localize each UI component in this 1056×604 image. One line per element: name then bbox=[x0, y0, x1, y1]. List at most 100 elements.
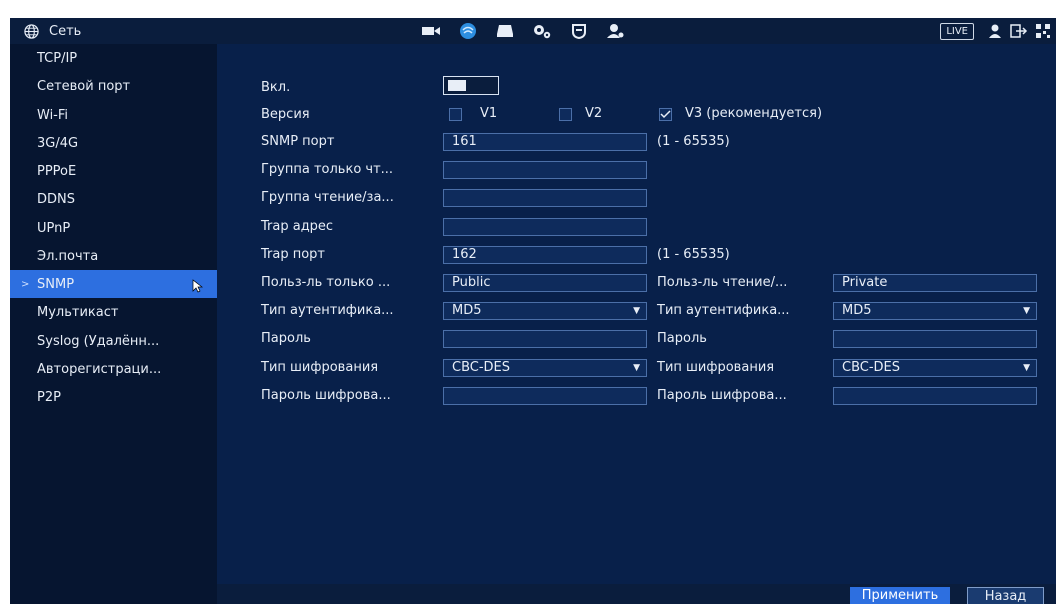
sidebar-item-wifi[interactable]: Wi-Fi bbox=[10, 101, 217, 129]
selected-arrow-icon: > bbox=[21, 278, 30, 290]
enc-type-label-2: Тип шифрования bbox=[657, 360, 775, 375]
v1-label: V1 bbox=[480, 106, 498, 121]
password-label-2: Пароль bbox=[657, 331, 707, 346]
sidebar-item-multicast[interactable]: Мультикаст bbox=[10, 298, 217, 326]
sidebar-item-snmp[interactable]: > SNMP bbox=[10, 270, 217, 298]
sidebar: TCP/IP Сетевой порт Wi-Fi 3G/4G PPPoE DD… bbox=[10, 44, 217, 604]
sidebar-item-label: Авторегистраци... bbox=[37, 361, 162, 377]
sidebar-item-label: TCP/IP bbox=[37, 50, 78, 66]
camera-icon[interactable] bbox=[412, 18, 449, 44]
system-settings-icon[interactable] bbox=[523, 18, 560, 44]
v3-label: V3 (рекомендуется) bbox=[685, 106, 823, 121]
read-group-input[interactable] bbox=[443, 161, 647, 179]
enc-type-label: Тип шифрования bbox=[261, 360, 379, 375]
sidebar-item-label: DDNS bbox=[37, 191, 75, 207]
top-right-controls: LIVE bbox=[940, 18, 1056, 44]
auth-type-label-2: Тип аутентифика... bbox=[657, 303, 790, 318]
enable-toggle[interactable] bbox=[443, 76, 499, 95]
chevron-down-icon: ▼ bbox=[1023, 363, 1030, 373]
sidebar-item-label: Сетевой порт bbox=[37, 78, 131, 94]
chevron-down-icon: ▼ bbox=[633, 363, 640, 373]
trap-port-label: Trap порт bbox=[261, 247, 326, 262]
chevron-down-icon: ▼ bbox=[633, 306, 640, 316]
snmp-settings-panel: Вкл. Версия V1 V2 V3 (рекомендуется) SNM… bbox=[217, 44, 1056, 604]
password-input-2[interactable] bbox=[833, 330, 1037, 348]
v2-checkbox[interactable] bbox=[559, 108, 572, 121]
toggle-knob bbox=[448, 80, 466, 91]
enable-label: Вкл. bbox=[261, 80, 291, 95]
checkmark-icon bbox=[660, 110, 671, 119]
snmp-port-range: (1 - 65535) bbox=[657, 134, 730, 149]
enc-type-value: CBC-DES bbox=[452, 360, 511, 375]
v2-label: V2 bbox=[585, 106, 603, 121]
back-button[interactable]: Назад bbox=[967, 587, 1044, 604]
password-input[interactable] bbox=[443, 330, 647, 348]
sidebar-item-tcpip[interactable]: TCP/IP bbox=[10, 44, 217, 72]
sidebar-item-label: Мультикаст bbox=[37, 304, 119, 320]
ro-user-label: Польз-ль только ... bbox=[261, 275, 391, 290]
enc-password-input-2[interactable] bbox=[833, 387, 1037, 405]
rw-user-label: Польз-ль чтение/... bbox=[657, 275, 788, 290]
auth-type-value: MD5 bbox=[452, 303, 482, 318]
sidebar-item-label: Syslog (Удалённ... bbox=[37, 333, 160, 349]
auth-type-select[interactable]: MD5 ▼ bbox=[443, 302, 647, 320]
sidebar-item-upnp[interactable]: UPnP bbox=[10, 214, 217, 242]
apply-button[interactable]: Применить bbox=[850, 587, 950, 604]
main-menu-icons bbox=[412, 18, 634, 44]
chevron-down-icon: ▼ bbox=[1023, 306, 1030, 316]
top-bar: Сеть LIVE bbox=[10, 18, 1056, 44]
sidebar-item-autoregister[interactable]: Авторегистраци... bbox=[10, 355, 217, 383]
trap-port-input[interactable]: 162 bbox=[443, 246, 647, 264]
enc-password-input[interactable] bbox=[443, 387, 647, 405]
sidebar-item-label: Эл.почта bbox=[37, 248, 99, 264]
sidebar-item-syslog[interactable]: Syslog (Удалённ... bbox=[10, 327, 217, 355]
sidebar-item-ddns[interactable]: DDNS bbox=[10, 185, 217, 213]
rw-group-label: Группа чтение/за... bbox=[261, 190, 394, 205]
sidebar-item-label: P2P bbox=[37, 389, 61, 405]
storage-icon[interactable] bbox=[486, 18, 523, 44]
trap-port-range: (1 - 65535) bbox=[657, 247, 730, 262]
mouse-pointer-icon bbox=[192, 279, 203, 293]
globe-icon bbox=[24, 23, 39, 39]
sidebar-item-label: PPPoE bbox=[37, 163, 77, 179]
trap-address-input[interactable] bbox=[443, 218, 647, 236]
enc-password-label: Пароль шифрова... bbox=[261, 388, 391, 403]
sidebar-item-network-port[interactable]: Сетевой порт bbox=[10, 72, 217, 100]
enc-type-select[interactable]: CBC-DES ▼ bbox=[443, 359, 647, 377]
ro-user-input[interactable]: Public bbox=[443, 274, 647, 292]
sidebar-item-pppoe[interactable]: PPPoE bbox=[10, 157, 217, 185]
sidebar-item-email[interactable]: Эл.почта bbox=[10, 242, 217, 270]
page-header: Сеть bbox=[24, 18, 81, 44]
app-window: Сеть LIVE TCP/IP Сетевой порт Wi-Fi 3G/4… bbox=[10, 18, 1056, 604]
auth-type-select-2[interactable]: MD5 ▼ bbox=[833, 302, 1037, 320]
enc-type-select-2[interactable]: CBC-DES ▼ bbox=[833, 359, 1037, 377]
account-icon[interactable] bbox=[597, 18, 634, 44]
enc-password-label-2: Пароль шифрова... bbox=[657, 388, 787, 403]
logout-icon[interactable] bbox=[1010, 24, 1028, 38]
rw-user-input[interactable]: Private bbox=[833, 274, 1037, 292]
sidebar-item-p2p[interactable]: P2P bbox=[10, 383, 217, 411]
v1-checkbox[interactable] bbox=[449, 108, 462, 121]
qr-code-icon[interactable] bbox=[1036, 24, 1050, 38]
sidebar-item-label: 3G/4G bbox=[37, 135, 79, 151]
auth-type-label: Тип аутентифика... bbox=[261, 303, 394, 318]
enc-type-value-2: CBC-DES bbox=[842, 360, 901, 375]
network-icon[interactable] bbox=[449, 18, 486, 44]
version-label: Версия bbox=[261, 107, 310, 122]
sidebar-item-3g4g[interactable]: 3G/4G bbox=[10, 129, 217, 157]
rw-group-input[interactable] bbox=[443, 189, 647, 207]
sidebar-item-label: SNMP bbox=[37, 276, 75, 292]
auth-type-value-2: MD5 bbox=[842, 303, 872, 318]
user-icon[interactable] bbox=[988, 24, 1002, 38]
live-button[interactable]: LIVE bbox=[940, 22, 974, 40]
sidebar-item-label: Wi-Fi bbox=[37, 107, 69, 123]
snmp-port-label: SNMP порт bbox=[261, 134, 335, 149]
password-label: Пароль bbox=[261, 331, 311, 346]
trap-address-label: Trap адрес bbox=[261, 219, 334, 234]
security-icon[interactable] bbox=[560, 18, 597, 44]
snmp-port-input[interactable]: 161 bbox=[443, 133, 647, 151]
read-group-label: Группа только чт... bbox=[261, 162, 394, 177]
page-title: Сеть bbox=[49, 23, 82, 39]
v3-checkbox[interactable] bbox=[659, 108, 672, 121]
sidebar-item-label: UPnP bbox=[37, 220, 71, 236]
